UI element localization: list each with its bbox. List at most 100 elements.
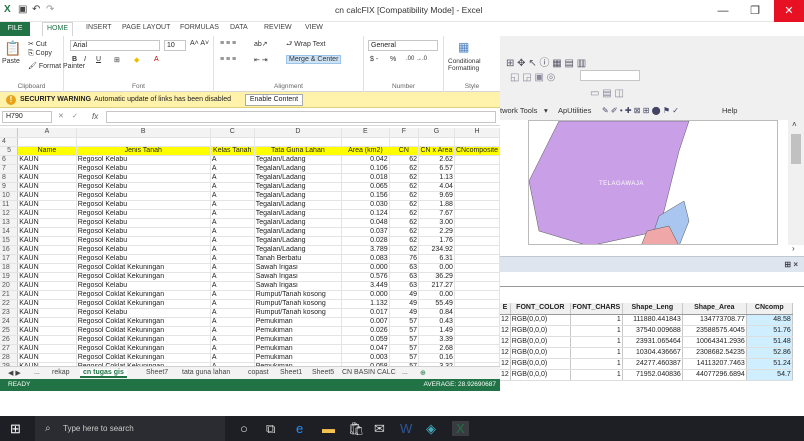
cell[interactable]: [454, 218, 500, 228]
cell[interactable]: 36.29: [418, 272, 455, 282]
toolbar-icons[interactable]: ⊞ ✥ ↖ ⓘ ▦ ▤ ▥: [506, 54, 586, 69]
cell[interactable]: Regosol Kelabu: [76, 308, 211, 318]
cell[interactable]: Regosol Kelabu: [76, 155, 211, 165]
attr-cell[interactable]: RGB(0,0,0): [510, 369, 571, 381]
aputilities-icons[interactable]: ✎ ✐ • ✚ ⊠ ⊞ ⬤ ⚑ ✓: [602, 106, 679, 115]
cell[interactable]: Tegalan/Ladang: [254, 209, 343, 219]
cell[interactable]: 0.048: [341, 218, 390, 228]
scroll-up-icon[interactable]: ˄: [792, 120, 797, 129]
cell[interactable]: Regosol Kelabu: [76, 191, 211, 201]
attr-cell[interactable]: 134773708.77: [682, 314, 747, 326]
cell[interactable]: Tanah Berbatu: [254, 254, 343, 264]
word-icon[interactable]: W: [400, 421, 412, 436]
attr-cell[interactable]: 1: [570, 314, 623, 326]
attr-cell[interactable]: 52.86: [746, 347, 793, 359]
tab-file[interactable]: FILE: [0, 22, 30, 36]
cell[interactable]: Regosol Coklat Kekuningan: [76, 263, 211, 273]
column-header[interactable]: H: [454, 128, 500, 138]
cell[interactable]: 4.04: [418, 182, 455, 192]
cell[interactable]: Pemukiman: [254, 317, 343, 327]
percent-button[interactable]: %: [390, 56, 396, 63]
attr-header[interactable]: Shape_Area: [682, 303, 747, 315]
cell[interactable]: [454, 164, 500, 174]
cell[interactable]: A: [210, 155, 255, 165]
cell[interactable]: KAUN: [17, 281, 77, 291]
cell[interactable]: Tegalan/Ladang: [254, 218, 343, 228]
column-header[interactable]: C: [210, 128, 255, 138]
fill-color-icon[interactable]: ◆: [134, 56, 139, 64]
cell[interactable]: 217.27: [418, 281, 455, 291]
add-sheet-icon[interactable]: ⊕: [420, 369, 426, 377]
cell[interactable]: KAUN: [17, 263, 77, 273]
cell[interactable]: KAUN: [17, 200, 77, 210]
task-view-icon[interactable]: ⧉: [266, 421, 275, 437]
sheet-tab-active[interactable]: cn tugas gis: [80, 369, 127, 378]
cell[interactable]: 49: [389, 299, 419, 309]
cell[interactable]: 49: [389, 308, 419, 318]
cell[interactable]: 62: [389, 182, 419, 192]
cell[interactable]: 2.68: [418, 344, 455, 354]
cell[interactable]: 0.042: [341, 155, 390, 165]
row-header[interactable]: 20: [0, 281, 19, 291]
cell[interactable]: KAUN: [17, 353, 77, 363]
cell[interactable]: Pemukiman: [254, 353, 343, 363]
cell[interactable]: KAUN: [17, 272, 77, 282]
row-header[interactable]: 13: [0, 218, 19, 228]
conditional-formatting-icon[interactable]: ▦: [458, 40, 469, 54]
cell[interactable]: Tegalan/Ladang: [254, 200, 343, 210]
header-cell[interactable]: Area (km2): [341, 146, 390, 156]
cell[interactable]: [454, 272, 500, 282]
attr-row[interactable]: 12 RGB(0,0,0) 1 71952.040836 44077296.6894 54…: [500, 369, 793, 381]
cell[interactable]: Tegalan/Ladang: [254, 245, 343, 255]
cell[interactable]: Regosol Kelabu: [76, 182, 211, 192]
sheet-tab[interactable]: Sheet1: [280, 369, 302, 376]
scroll-thumb[interactable]: [791, 134, 801, 164]
row-header[interactable]: 25: [0, 326, 19, 336]
cell[interactable]: 0.000: [341, 290, 390, 300]
header-cell[interactable]: Jenis Tanah: [76, 146, 211, 156]
map-scrollbar[interactable]: ˄: [788, 120, 804, 245]
file-explorer-icon[interactable]: ▬: [322, 421, 335, 436]
attr-cell[interactable]: 23588575.4045: [682, 325, 747, 337]
select-all-corner[interactable]: [0, 128, 19, 138]
cell[interactable]: Tegalan/Ladang: [254, 236, 343, 246]
dock-close-icon[interactable]: ⊞ ×: [784, 260, 798, 269]
cell[interactable]: Pemukiman: [254, 335, 343, 345]
cell[interactable]: [454, 173, 500, 183]
redo-icon[interactable]: ↷: [46, 4, 54, 15]
search-box[interactable]: ⌕ Type here to search: [35, 416, 225, 441]
cell[interactable]: 0.037: [341, 227, 390, 237]
cell[interactable]: 0.106: [341, 164, 390, 174]
sheet-tab[interactable]: tata guna lahan: [182, 369, 230, 376]
cell[interactable]: Tegalan/Ladang: [254, 164, 343, 174]
minimize-button[interactable]: —: [708, 0, 738, 22]
row-header[interactable]: 10: [0, 191, 19, 201]
cell[interactable]: A: [210, 272, 255, 282]
attr-cell[interactable]: 51.48: [746, 336, 793, 348]
cell[interactable]: KAUN: [17, 308, 77, 318]
cell[interactable]: 0.000: [341, 263, 390, 273]
cell[interactable]: 62: [389, 236, 419, 246]
cut-button[interactable]: ✂ Cut: [28, 40, 47, 48]
cell[interactable]: A: [210, 326, 255, 336]
grow-font-icon[interactable]: A˄ A˅: [190, 40, 209, 47]
row-header[interactable]: 14: [0, 227, 19, 237]
name-box[interactable]: H790: [2, 111, 52, 123]
row-header[interactable]: 9: [0, 182, 19, 192]
cell[interactable]: Regosol Coklat Kekuningan: [76, 299, 211, 309]
cell[interactable]: Tegalan/Ladang: [254, 191, 343, 201]
column-header[interactable]: A: [17, 128, 77, 138]
cell[interactable]: Sawah Irigasi: [254, 263, 343, 273]
sheet-tab[interactable]: Sheet7: [146, 369, 168, 376]
cell[interactable]: 76: [389, 254, 419, 264]
row-header[interactable]: 6: [0, 155, 19, 165]
cell[interactable]: 0.065: [341, 182, 390, 192]
cell[interactable]: 0.00: [418, 263, 455, 273]
help-menu[interactable]: Help: [722, 106, 737, 115]
attr-cell[interactable]: RGB(0,0,0): [510, 336, 571, 348]
row-header[interactable]: 26: [0, 335, 19, 345]
attr-cell[interactable]: 48.58: [746, 314, 793, 326]
cell[interactable]: 1.76: [418, 236, 455, 246]
cell[interactable]: Rumput/Tanah kosong: [254, 290, 343, 300]
cell[interactable]: KAUN: [17, 344, 77, 354]
